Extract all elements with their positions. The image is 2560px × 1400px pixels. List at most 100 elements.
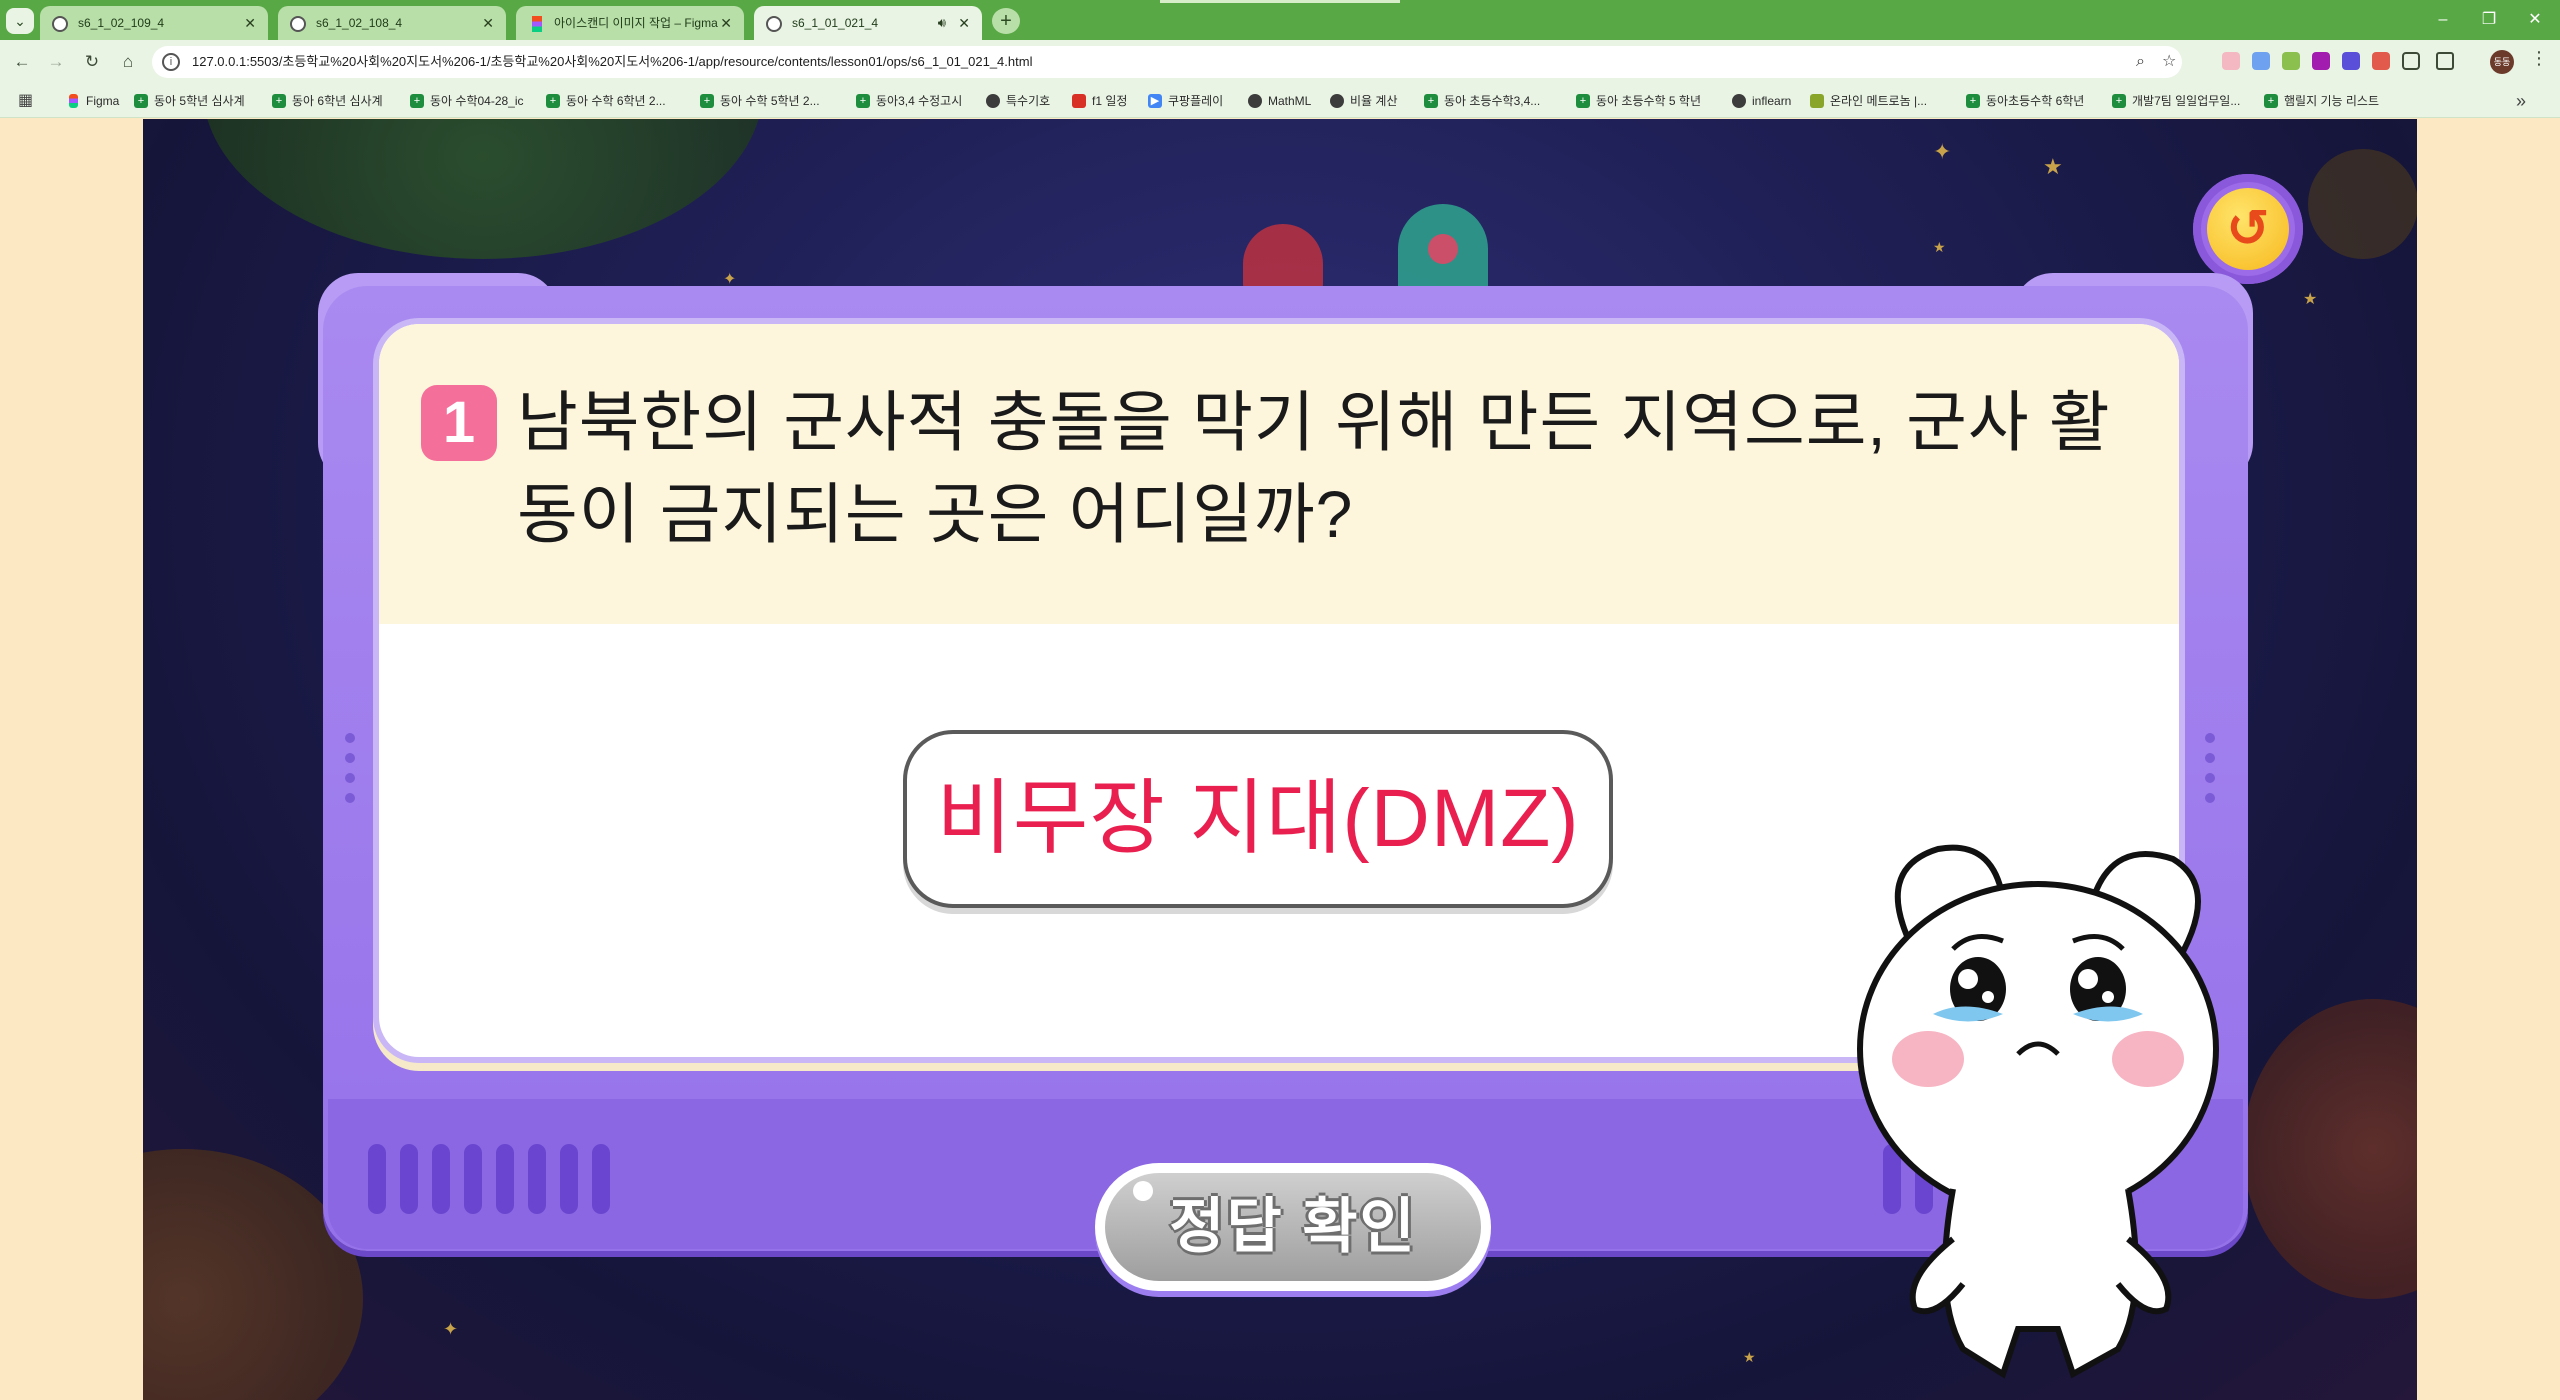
tab-search-icon[interactable]: ⌄ [6,8,34,34]
globe-icon [52,16,68,32]
home-icon[interactable]: ⌂ [114,48,142,76]
panel-vent [368,1144,386,1214]
star-decoration: ✦ [1933,139,1952,164]
tab-strip-indicator [1160,0,1400,3]
bookmark-item[interactable]: + 햄릴지 기능 리스트 [2264,84,2379,118]
f1-icon [1072,94,1086,108]
sidebar-icon[interactable] [2436,52,2454,70]
minimize-icon[interactable]: – [2420,0,2466,40]
tab-close-icon[interactable]: ✕ [720,6,732,40]
tab-title: s6_1_02_109_4 [78,16,165,30]
sheets-icon: + [410,94,424,108]
bookmark-item[interactable]: + 동아 초등수학 5 학년 [1576,84,1701,118]
apps-grid-icon[interactable]: ▦ [18,84,33,118]
figma-icon [532,16,542,32]
address-bar[interactable]: i 127.0.0.1:5503/초등학교%20사회%20지도서%206-1/초… [152,46,2182,78]
extension-icon[interactable] [2312,52,2330,70]
bookmark-item[interactable]: + 동아3,4 수정고시 [856,84,962,118]
tab-3[interactable]: 아이스캔디 이미지 작업 – Figma ✕ [516,6,744,40]
window-close-icon[interactable]: ✕ [2512,0,2558,40]
mascot-cheek [1892,1031,1964,1087]
bookmark-item[interactable]: 비율 계산 [1330,84,1398,118]
panel-side-dot [345,753,355,763]
extension-icon[interactable] [2252,52,2270,70]
extension-icon[interactable] [2342,52,2360,70]
speaker-icon[interactable]: 🔊︎ [938,6,946,40]
puzzle-icon[interactable] [2402,52,2420,70]
check-answer-button[interactable]: 정답 확인 [1095,1163,1491,1291]
sheets-icon: + [856,94,870,108]
check-answer-label: 정답 확인 [1105,1173,1481,1281]
bookmark-item[interactable]: 특수기호 [986,84,1050,118]
star-decoration: ★ [1743,1349,1756,1365]
bookmark-item[interactable]: f1 일정 [1072,84,1127,118]
star-icon[interactable]: ☆ [2162,46,2176,78]
sheets-icon: + [1966,94,1980,108]
bookmark-item[interactable]: MathML [1248,84,1311,118]
extension-icon[interactable] [2282,52,2300,70]
bookmark-item[interactable]: + 동아 수학 5학년 2... [700,84,820,118]
globe-icon [290,16,306,32]
mascot-illustration [1857,844,2219,1379]
bookmark-item[interactable]: ▶ 쿠팡플레이 [1148,84,1223,118]
profile-avatar[interactable]: 동동 [2490,50,2514,74]
sheets-icon: + [2112,94,2126,108]
panel-side-dot [345,793,355,803]
restart-button[interactable]: ↺ [2193,174,2303,284]
question-line: 동이 금지되는 곳은 어디일까? [517,477,1354,551]
play-icon: ▶ [1148,94,1162,108]
bookmarks-overflow-icon[interactable]: » [2516,84,2526,118]
url-text[interactable]: 127.0.0.1:5503/초등학교%20사회%20지도서%206-1/초등학… [192,46,1032,78]
sheets-icon: + [272,94,286,108]
tab-4-active[interactable]: s6_1_01_021_4 🔊︎ ✕ [754,6,982,40]
answer-box: 비무장 지대(DMZ) [903,730,1613,908]
star-decoration: ★ [2303,291,2318,308]
extension-icon[interactable] [2372,52,2390,70]
tab-2[interactable]: s6_1_02_108_4 ✕ [278,6,506,40]
bookmark-item[interactable]: + 동아 초등수학3,4... [1424,84,1540,118]
calculator-icon [1330,94,1344,108]
bookmark-item[interactable]: + 동아 6학년 심사계 [272,84,383,118]
question-line: 남북한의 군사적 충돌을 막기 위해 만든 지역으로, 군사 활 [517,385,2111,459]
tab-close-icon[interactable]: ✕ [482,6,494,40]
restart-icon: ↺ [2207,188,2289,270]
bookmark-item[interactable]: + 개발7팀 일일업무일... [2112,84,2240,118]
star-decoration: ★ [2043,154,2063,179]
mathml-icon [1248,94,1262,108]
button-shine [1133,1181,1153,1201]
bookmark-item[interactable]: + 동아초등수학 6학년 [1966,84,2084,118]
panel-vent [464,1144,482,1214]
forward-icon[interactable]: → [42,48,70,76]
question-number-badge: 1 [421,385,497,461]
search-icon[interactable]: ⌕ [2136,46,2145,78]
tab-close-icon[interactable]: ✕ [958,6,970,40]
metronome-icon [1810,94,1824,108]
planet-decoration [203,119,763,259]
restore-icon[interactable]: ❐ [2466,0,2512,40]
sheets-icon: + [1576,94,1590,108]
bookmark-item[interactable]: + 동아 수학 6학년 2... [546,84,666,118]
tab-1[interactable]: s6_1_02_109_4 ✕ [40,6,268,40]
bookmark-item[interactable]: + 동아 수학04-28_ic [410,84,524,118]
star-decoration: ✦ [443,1319,459,1339]
bookmark-item[interactable]: + 동아 5학년 심사계 [134,84,245,118]
tab-title: 아이스캔디 이미지 작업 – Figma [554,16,718,30]
site-info-icon[interactable]: i [162,53,180,71]
figma-icon [69,94,78,108]
reload-icon[interactable]: ↻ [78,48,106,76]
tab-close-icon[interactable]: ✕ [244,6,256,40]
new-tab-button[interactable]: + [992,8,1020,34]
panel-vent [432,1144,450,1214]
browser-toolbar: ← → ↻ ⌂ i 127.0.0.1:5503/초등학교%20사회%20지도서… [0,40,2560,84]
restart-button-shadow [2308,149,2417,259]
bookmark-item[interactable]: inflearn [1732,84,1791,118]
bookmark-item[interactable]: 온라인 메트로놈 |... [1810,84,1927,118]
back-icon[interactable]: ← [8,48,36,76]
menu-kebab-icon[interactable]: ⋮ [2530,48,2548,69]
extension-icon[interactable] [2222,52,2240,70]
quiz-stage: ✦ ★ ★ ✦ ★ ✦ ★ ↺ 1 남북한의 군사적 충돌을 막기 위해 만든 … [143,119,2417,1400]
panel-vent [592,1144,610,1214]
bookmark-item[interactable]: Figma [66,84,119,118]
crying-mascot [1843,829,2243,1389]
sheets-icon: + [700,94,714,108]
